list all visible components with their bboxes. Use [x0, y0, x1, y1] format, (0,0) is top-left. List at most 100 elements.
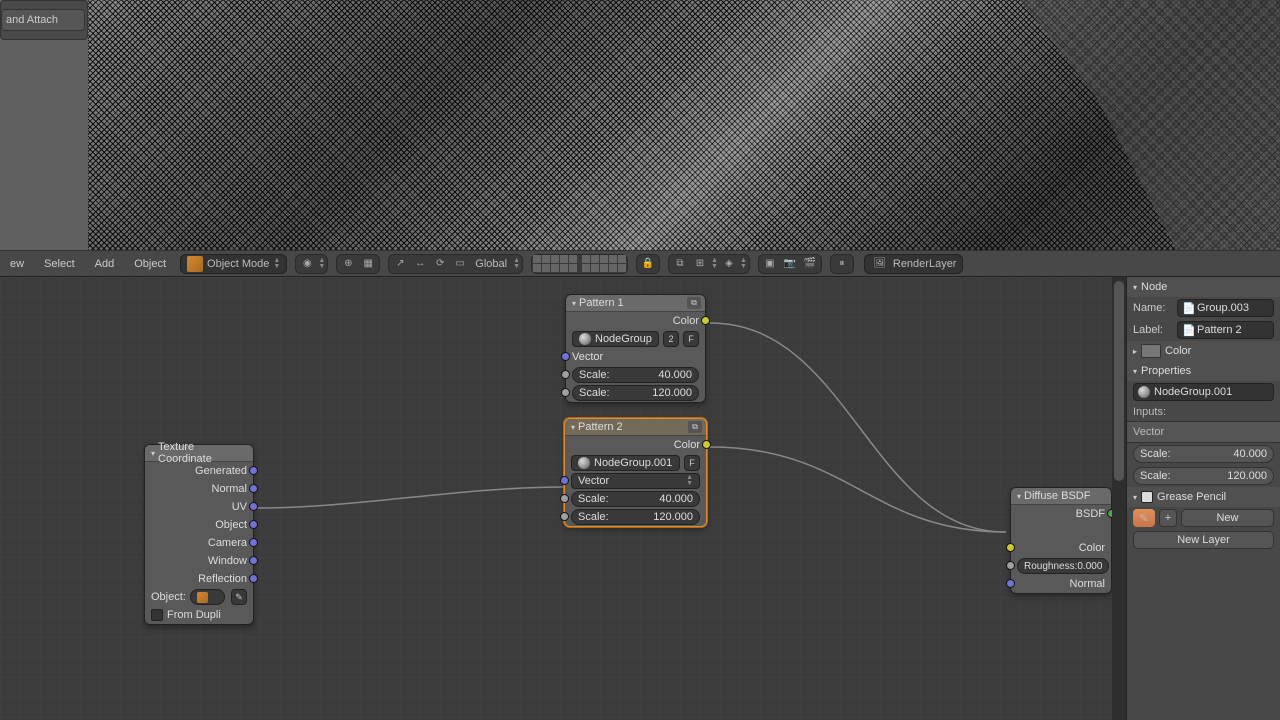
node-pattern-2[interactable]: ▾Pattern 2⧉ Color NodeGroup.001 F Vector…	[564, 418, 707, 527]
menu-select[interactable]: Select	[38, 256, 81, 272]
fake-user-button[interactable]: F	[683, 331, 699, 347]
orientation-label[interactable]: Global	[471, 258, 511, 270]
node-header[interactable]: ▾Pattern 1⧉	[566, 295, 705, 312]
mode-selector[interactable]: Object Mode ▲▼	[180, 254, 287, 274]
new-layer-button[interactable]: New Layer	[1133, 531, 1274, 549]
scrollbar-vertical[interactable]	[1112, 277, 1126, 720]
socket-in[interactable]	[560, 476, 569, 485]
scale-field-2[interactable]: Scale:120.000	[1133, 467, 1274, 485]
socket-in[interactable]	[561, 370, 570, 379]
socket-out[interactable]	[249, 538, 258, 547]
scale-field-1[interactable]: Scale:40.000	[1133, 445, 1274, 463]
scale-field[interactable]: Scale:120.000	[571, 509, 700, 525]
scale-field[interactable]: Scale:40.000	[572, 367, 699, 383]
tool-panel: and Attach	[0, 0, 88, 40]
node-editor[interactable]: ▾Texture Coordinate Generated Normal UV …	[0, 277, 1126, 720]
group-field[interactable]: NodeGroup	[572, 331, 659, 347]
socket-out[interactable]	[249, 574, 258, 583]
socket-out[interactable]	[249, 502, 258, 511]
input-color: Color	[1011, 539, 1111, 557]
roughness-field[interactable]: Roughness:0.000	[1017, 558, 1109, 574]
socket-in[interactable]	[561, 352, 570, 361]
menu-view[interactable]: ew	[4, 256, 30, 272]
render-layer-selector[interactable]: 🖼 RenderLayer	[864, 254, 964, 274]
render-icon[interactable]: ▣	[761, 255, 779, 273]
socket-in[interactable]	[560, 512, 569, 521]
scale-icon[interactable]: ▭	[451, 255, 469, 273]
eyedropper-button[interactable]: ✎	[231, 589, 247, 605]
socket-out[interactable]	[702, 440, 711, 449]
pause-btn[interactable]: ⏸	[830, 254, 854, 274]
layers-group[interactable]	[531, 254, 628, 274]
node-header[interactable]: ▾Diffuse BSDF	[1011, 488, 1111, 505]
add-button[interactable]: +	[1159, 509, 1177, 527]
collapse-icon[interactable]: ⧉	[688, 421, 702, 433]
input-vector-row[interactable]: Vector	[1127, 421, 1280, 443]
socket-out[interactable]	[249, 484, 258, 493]
node-header[interactable]: ▾Pattern 2⧉	[565, 419, 706, 436]
vector-field[interactable]: Vector▲▼	[571, 473, 700, 489]
menu-object[interactable]: Object	[128, 256, 172, 272]
users-count[interactable]: 2	[663, 331, 679, 347]
scale-field[interactable]: Scale:40.000	[571, 491, 700, 507]
properties-section-header[interactable]: ▾Properties	[1127, 361, 1280, 381]
socket-out[interactable]	[249, 520, 258, 529]
pivot-group[interactable]: ⊕ ▦	[336, 254, 380, 274]
snap-group: ⧉ ⊞ ▲▼ ◈ ▲▼	[668, 254, 750, 274]
from-dupli-row[interactable]: From Dupli	[145, 606, 253, 624]
snap-type-icon[interactable]: ⊞	[691, 255, 709, 273]
snap-icon[interactable]: ⧉	[671, 255, 689, 273]
checkbox[interactable]	[151, 609, 163, 621]
viewport-3d[interactable]: and Attach	[0, 0, 1280, 250]
clapboard-icon[interactable]: 🎬	[801, 255, 819, 273]
name-field[interactable]: 📄Group.003	[1177, 299, 1274, 317]
checkbox-gp[interactable]: ✓	[1141, 491, 1153, 503]
input-vector: Vector	[566, 348, 705, 366]
scale-field[interactable]: Scale:120.000	[572, 385, 699, 401]
fake-user-button[interactable]: F	[684, 455, 700, 471]
collapse-icon[interactable]: ⧉	[687, 297, 701, 309]
name-row: Name: 📄Group.003	[1127, 297, 1280, 319]
lock-layers[interactable]: 🔒	[636, 254, 660, 274]
output-window: Window	[145, 552, 253, 570]
socket-in[interactable]	[1006, 579, 1015, 588]
input-scale-1: Scale:40.000	[565, 490, 706, 508]
scene-icon: 🖼	[871, 255, 889, 273]
node-pattern-1[interactable]: ▾Pattern 1⧉ Color NodeGroup 2 F Vector S…	[565, 294, 706, 403]
object-field[interactable]	[190, 589, 225, 605]
menu-add[interactable]: Add	[89, 256, 121, 272]
group-field[interactable]: NodeGroup.001	[571, 455, 680, 471]
socket-in[interactable]	[561, 388, 570, 397]
new-button[interactable]: New	[1181, 509, 1274, 527]
output-uv: UV	[145, 498, 253, 516]
camera-icon[interactable]: 📷	[781, 255, 799, 273]
manipulator-icon[interactable]: ↗	[391, 255, 409, 273]
translate-icon[interactable]: ↔	[411, 255, 429, 273]
shading-group[interactable]: ◉ ▲▼	[295, 254, 328, 274]
color-section-header[interactable]: ▸Color	[1127, 341, 1280, 361]
socket-in[interactable]	[1006, 543, 1015, 552]
node-texture-coordinate[interactable]: ▾Texture Coordinate Generated Normal UV …	[144, 444, 254, 625]
grease-pencil-header[interactable]: ▾✓Grease Pencil	[1127, 487, 1280, 507]
render-group: ▣ 📷 🎬	[758, 254, 822, 274]
node-header[interactable]: ▾Texture Coordinate	[145, 445, 253, 462]
snap-target-icon[interactable]: ◈	[720, 255, 738, 273]
sphere-icon	[578, 457, 590, 469]
sphere-icon	[1138, 386, 1150, 398]
output-color: Color	[566, 312, 705, 330]
output-camera: Camera	[145, 534, 253, 552]
color-swatch[interactable]	[1141, 344, 1161, 358]
rotate-icon[interactable]: ⟳	[431, 255, 449, 273]
socket-in[interactable]	[560, 494, 569, 503]
socket-out[interactable]	[701, 316, 710, 325]
group-field[interactable]: NodeGroup.001	[1133, 383, 1274, 401]
input-vector-label: Vector	[1133, 426, 1164, 438]
tool-button-attach[interactable]: and Attach	[1, 9, 85, 31]
pencil-icon[interactable]: ✎	[1133, 509, 1155, 527]
socket-out[interactable]	[249, 556, 258, 565]
node-section-header[interactable]: ▾Node	[1127, 277, 1280, 297]
socket-in[interactable]	[1006, 561, 1015, 570]
label-field[interactable]: 📄Pattern 2	[1177, 321, 1274, 339]
node-diffuse-bsdf[interactable]: ▾Diffuse BSDF BSDF Color Roughness:0.000…	[1010, 487, 1112, 594]
socket-out[interactable]	[249, 466, 258, 475]
